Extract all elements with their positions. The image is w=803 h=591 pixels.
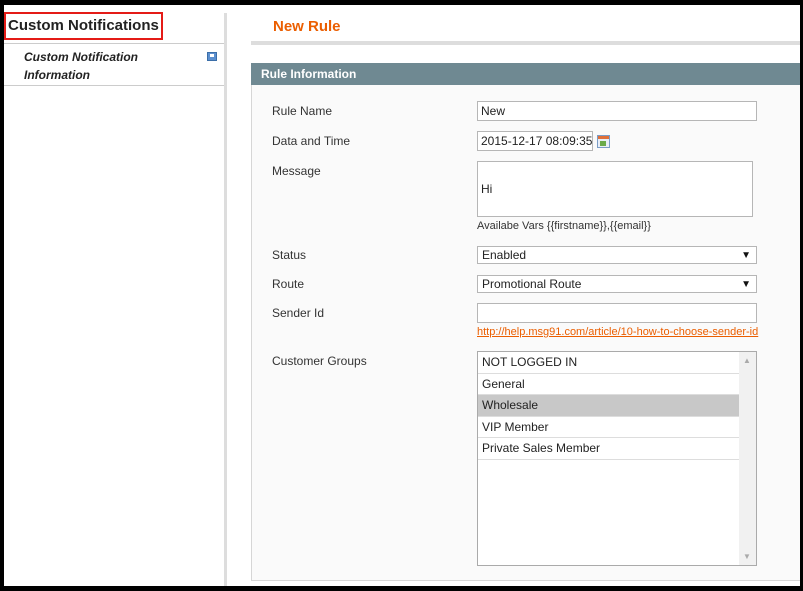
option-not-logged-in[interactable]: NOT LOGGED IN bbox=[478, 352, 739, 374]
sidebar-title: Custom Notifications bbox=[4, 12, 163, 40]
calendar-icon[interactable] bbox=[597, 135, 610, 148]
rule-name-label: Rule Name bbox=[272, 104, 333, 118]
message-note: Availabe Vars {{firstname}},{{email}} bbox=[477, 220, 651, 232]
header-bar bbox=[251, 41, 800, 45]
customer-groups-multiselect[interactable]: NOT LOGGED IN General Wholesale VIP Memb… bbox=[477, 351, 757, 566]
app-frame: Custom Notifications Custom Notification… bbox=[4, 5, 800, 586]
sender-id-input[interactable] bbox=[477, 303, 757, 323]
page-title: New Rule bbox=[273, 18, 341, 35]
route-label: Route bbox=[272, 277, 305, 291]
main-content: New Rule Rule Information Rule Name New … bbox=[227, 5, 800, 586]
route-select[interactable]: Promotional Route bbox=[477, 275, 757, 293]
rule-name-input[interactable]: New bbox=[477, 101, 757, 121]
message-textarea[interactable]: Hi bbox=[477, 161, 753, 217]
divider bbox=[4, 85, 224, 86]
date-time-label: Data and Time bbox=[272, 134, 351, 148]
option-private-sales-member[interactable]: Private Sales Member bbox=[478, 438, 739, 460]
option-wholesale[interactable]: Wholesale bbox=[478, 395, 739, 417]
scroll-up-arrow-icon[interactable]: ▲ bbox=[743, 356, 751, 365]
sidebar: Custom Notifications Custom Notification… bbox=[4, 5, 224, 586]
date-time-input[interactable]: 2015-12-17 08:09:35 bbox=[477, 131, 593, 151]
message-label: Message bbox=[272, 164, 321, 178]
sender-id-help-link[interactable]: http://help.msg91.com/article/10-how-to-… bbox=[477, 326, 758, 338]
status-label: Status bbox=[272, 248, 307, 262]
save-icon bbox=[207, 52, 217, 61]
option-vip-member[interactable]: VIP Member bbox=[478, 417, 739, 438]
customer-groups-label: Customer Groups bbox=[272, 354, 367, 368]
scrollbar[interactable]: ▲ ▼ bbox=[739, 352, 756, 565]
scroll-down-arrow-icon[interactable]: ▼ bbox=[743, 552, 751, 561]
option-general[interactable]: General bbox=[478, 374, 739, 395]
sender-id-label: Sender Id bbox=[272, 306, 325, 320]
divider bbox=[4, 43, 224, 44]
status-select[interactable]: Enabled bbox=[477, 246, 757, 264]
sidebar-item-custom-notification-information[interactable]: Custom Notification Information bbox=[24, 48, 154, 84]
fieldset-header: Rule Information bbox=[251, 63, 800, 85]
